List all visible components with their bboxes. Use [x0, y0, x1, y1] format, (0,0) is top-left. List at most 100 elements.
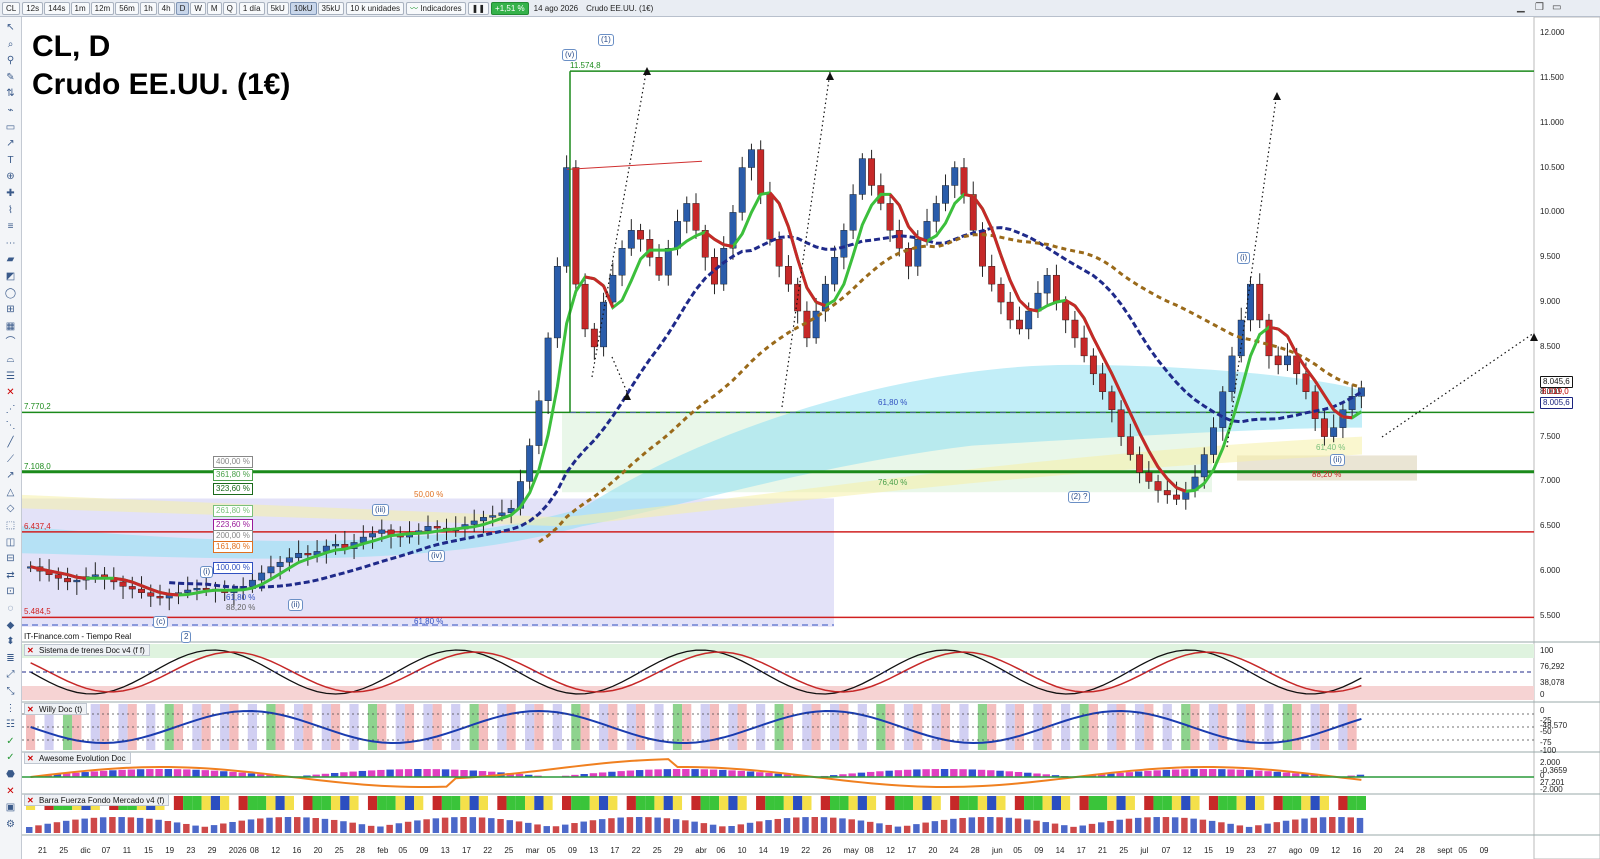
fuerza-bar: [1171, 817, 1179, 833]
tool-icon[interactable]: ▭: [3, 121, 18, 135]
tool-icon[interactable]: ⋱: [3, 419, 18, 433]
tool-icon[interactable]: ☰: [3, 370, 18, 384]
fuerza-bar: [247, 819, 255, 833]
close-icon[interactable]: ✕: [27, 753, 34, 765]
tool-icon[interactable]: ⇅: [3, 87, 18, 101]
panel-trains-header[interactable]: ✕ Sistema de trenes Doc v4 (f f): [24, 644, 150, 656]
restore-icon[interactable]: ❐: [1535, 2, 1544, 13]
tool-icon[interactable]: ✚: [3, 187, 18, 201]
timeframe-button-m[interactable]: M: [206, 1, 222, 15]
panel-awesome-header[interactable]: ✕ Awesome Evolution Doc: [24, 752, 131, 764]
tool-icon[interactable]: ↖: [3, 21, 18, 35]
fuerza-top-bar: [1042, 796, 1052, 810]
tool-icon[interactable]: ⌁: [3, 104, 18, 118]
tool-icon[interactable]: ≡: [3, 220, 18, 234]
tool-icon[interactable]: ⊟: [3, 552, 18, 566]
units-selector[interactable]: 10 k unidades: [346, 1, 405, 15]
tool-icon[interactable]: ⋰: [3, 403, 18, 417]
candle-body: [794, 283, 802, 312]
tool-icon[interactable]: ⊞: [3, 303, 18, 317]
fuerza-top-bar: [959, 796, 969, 810]
y-axis-label: 11.000: [1540, 117, 1564, 127]
fuerza-top-bar: [950, 796, 960, 810]
close-icon[interactable]: ✕: [27, 704, 34, 716]
tool-icon[interactable]: ◯: [3, 287, 18, 301]
chart-canvas[interactable]: [22, 17, 1600, 859]
volume-button-10ku[interactable]: 10kU: [289, 1, 317, 15]
tool-icon[interactable]: ≣: [3, 652, 18, 666]
tool-icon[interactable]: ⬣: [3, 768, 18, 782]
timeframe-button-1m[interactable]: 1m: [70, 1, 90, 15]
tool-icon[interactable]: T: [3, 154, 18, 168]
tool-icon[interactable]: ⬚: [3, 519, 18, 533]
fuerza-top-bar: [672, 796, 683, 810]
panel-willy-header[interactable]: ✕ Willy Doc (t): [24, 703, 88, 716]
period-selector[interactable]: 1 día: [238, 1, 265, 15]
timeframe-button-4h[interactable]: 4h: [157, 1, 175, 15]
panel-fuerza-header[interactable]: ✕ Barra Fuerza Fondo Mercado v4 (f): [24, 794, 170, 807]
tool-icon[interactable]: ✎: [3, 71, 18, 85]
tool-icon[interactable]: ▣: [3, 801, 18, 815]
symbol-selector[interactable]: CL: [2, 1, 21, 15]
awesome-bar: [1218, 769, 1226, 777]
tool-icon[interactable]: ▦: [3, 320, 18, 334]
candle-body: [128, 586, 136, 590]
timeframe-button-144s[interactable]: 144s: [44, 1, 70, 15]
timeframe-button-1h[interactable]: 1h: [139, 1, 157, 15]
indicators-button[interactable]: 〰 Indicadores: [406, 1, 466, 15]
tool-icon[interactable]: ⤡: [3, 685, 18, 699]
tool-icon[interactable]: ╱: [3, 436, 18, 450]
pause-button[interactable]: ❚❚: [467, 1, 490, 15]
candle-body: [757, 149, 765, 195]
tool-icon[interactable]: ▰: [3, 253, 18, 267]
tool-icon[interactable]: ✕: [3, 785, 18, 799]
volume-button-5ku[interactable]: 5kU: [266, 1, 289, 15]
tool-icon[interactable]: ⌒: [3, 336, 18, 350]
tool-icon[interactable]: ⤢: [3, 668, 18, 682]
tool-icon[interactable]: ⋮: [3, 702, 18, 716]
tool-icon[interactable]: ✓: [3, 735, 18, 749]
tool-icon[interactable]: ⚙: [3, 818, 18, 832]
timeframe-button-12s[interactable]: 12s: [22, 1, 44, 15]
tool-icon[interactable]: ↗: [3, 137, 18, 151]
awesome-bar: [1255, 770, 1263, 777]
tool-icon[interactable]: ◆: [3, 619, 18, 633]
fuerza-bar: [885, 824, 892, 833]
minimize-icon[interactable]: ▁: [1517, 2, 1525, 13]
tool-icon[interactable]: ⊕: [3, 170, 18, 184]
tool-icon[interactable]: △: [3, 486, 18, 500]
x-axis-label: 16: [292, 846, 302, 855]
tool-icon[interactable]: ◌: [3, 602, 18, 616]
candle-body: [1247, 283, 1254, 321]
fuerza-bar: [866, 821, 874, 833]
tool-icon[interactable]: ⟋: [3, 453, 18, 467]
tool-icon[interactable]: ✓: [3, 751, 18, 765]
tool-icon[interactable]: ☷: [3, 718, 18, 732]
trend-line-down: [1342, 415, 1353, 420]
timeframe-button-12m[interactable]: 12m: [90, 1, 115, 15]
tool-icon[interactable]: ⌕: [3, 38, 18, 52]
candle-body: [1016, 319, 1023, 330]
tool-icon[interactable]: ⋯: [3, 237, 18, 251]
x-axis-label: 29: [674, 846, 683, 855]
tool-icon[interactable]: ✕: [3, 386, 18, 400]
tool-icon[interactable]: ⇄: [3, 569, 18, 583]
timeframe-button-q[interactable]: Q: [222, 1, 237, 15]
close-icon[interactable]: ✕: [27, 645, 34, 657]
close-icon[interactable]: ✕: [27, 795, 34, 807]
tool-icon[interactable]: ↗: [3, 469, 18, 483]
expand-icon[interactable]: ▭: [1552, 2, 1561, 13]
tool-icon[interactable]: ⬍: [3, 635, 18, 649]
tool-icon[interactable]: ◫: [3, 536, 18, 550]
tool-icon[interactable]: ⚲: [3, 54, 18, 68]
tool-icon[interactable]: ⌓: [3, 353, 18, 367]
timeframe-button-56m[interactable]: 56m: [115, 1, 139, 15]
tool-icon[interactable]: ◩: [3, 270, 18, 284]
fuerza-top-bar: [220, 796, 230, 810]
tool-icon[interactable]: ⌇: [3, 204, 18, 218]
timeframe-button-d[interactable]: D: [175, 1, 190, 15]
tool-icon[interactable]: ⊡: [3, 585, 18, 599]
tool-icon[interactable]: ◇: [3, 502, 18, 516]
timeframe-button-w[interactable]: W: [190, 1, 206, 15]
volume-button-35ku[interactable]: 35kU: [317, 1, 345, 15]
